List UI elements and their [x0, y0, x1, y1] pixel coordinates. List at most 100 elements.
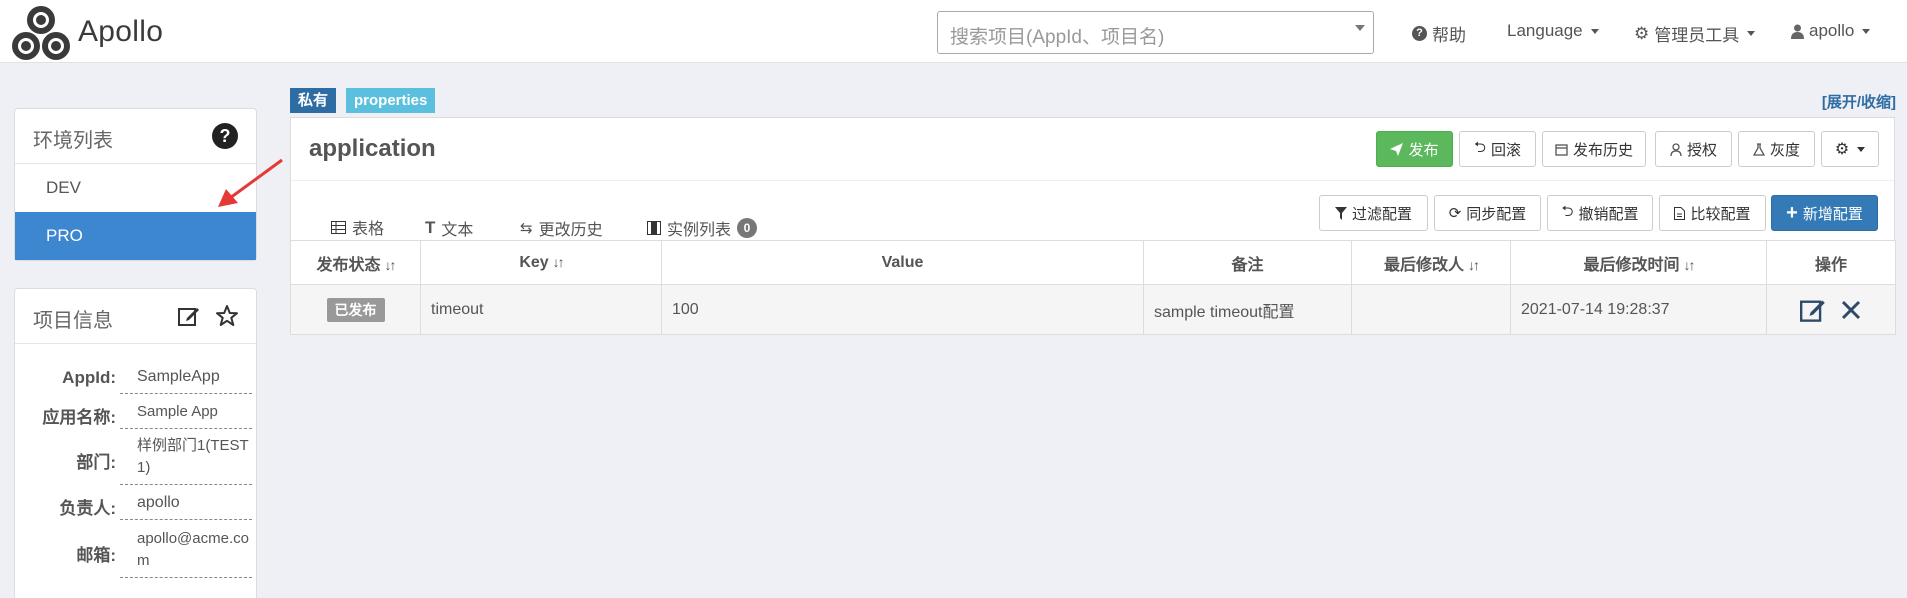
flask-icon — [1752, 142, 1765, 156]
close-icon[interactable] — [1840, 299, 1862, 321]
star-icon[interactable] — [216, 305, 238, 327]
authorize-label: 授权 — [1686, 141, 1717, 159]
gray-label: 灰度 — [1769, 141, 1800, 159]
status-header-label: 发布状态 — [316, 256, 381, 274]
col-modifier-header[interactable]: 最后修改人 ↓↑ — [1351, 240, 1511, 285]
user-dropdown[interactable]: apollo — [1791, 21, 1871, 41]
col-comment-header: 备注 — [1143, 240, 1352, 285]
table-icon — [331, 220, 346, 234]
red-arrow-annotation — [218, 158, 283, 207]
email-value: apollo@acme.com — [120, 528, 252, 578]
col-key-header[interactable]: Key ↓↑ — [420, 240, 662, 285]
modified-time-cell: 2021-07-14 19:28:37 — [1510, 284, 1767, 335]
filter-icon — [1334, 206, 1347, 220]
project-info-title: 项目信息 — [33, 310, 113, 332]
comment-cell: sample timeout配置 — [1143, 284, 1352, 335]
sort-icon: ↓↑ — [1683, 256, 1696, 273]
tab-table-label: 表格 — [352, 221, 385, 238]
brand[interactable]: Apollo — [12, 4, 163, 60]
undo-icon: ⮌ — [1561, 202, 1574, 220]
value-header-label: Value — [881, 253, 924, 271]
filter-config-button[interactable]: 过滤配置 — [1319, 195, 1428, 231]
rollback-button[interactable]: ⮌ 回滚 — [1459, 131, 1536, 167]
text-icon: T — [425, 218, 436, 237]
tab-history-label: 更改历史 — [538, 222, 603, 239]
instance-count-badge: 0 — [737, 218, 758, 238]
language-dropdown[interactable]: Language — [1507, 21, 1599, 41]
edit-icon[interactable] — [1799, 297, 1826, 323]
sync-label: 同步配置 — [1466, 205, 1527, 223]
department-value: 样例部门1(TEST1) — [120, 435, 252, 485]
table-header-row: 发布状态 ↓↑ Key ↓↑ Value 备注 最后修改人 ↓↑ 最后修改时间 ↓↑ 操… — [290, 240, 1896, 285]
plus-icon: + — [1786, 202, 1798, 224]
col-ops-header: 操作 — [1766, 240, 1896, 285]
app-name-label: 应用名称: — [42, 408, 116, 427]
compare-config-button[interactable]: 比较配置 — [1659, 195, 1766, 231]
compare-label: 比较配置 — [1690, 205, 1751, 223]
settings-dropdown-button[interactable]: ⚙ — [1821, 131, 1879, 167]
namespace-title: application — [309, 135, 436, 162]
project-search-input[interactable]: 搜索项目(AppId、项目名) — [937, 11, 1374, 54]
caret-down-icon — [1862, 28, 1871, 34]
config-table: 发布状态 ↓↑ Key ↓↑ Value 备注 最后修改人 ↓↑ 最后修改时间 ↓↑ 操… — [290, 240, 1896, 335]
sort-icon: ↓↑ — [552, 253, 565, 270]
admin-tools-label: 管理员工具 — [1654, 26, 1740, 45]
header-divider — [291, 180, 1894, 181]
key-header-label: Key — [519, 253, 549, 271]
ops-cell — [1766, 284, 1896, 335]
namespace-panel: application 发布 ⮌ 回滚 发布历史 授权 灰度 ⚙ 表格 T 文本… — [290, 117, 1896, 335]
add-config-button[interactable]: + 新增配置 — [1771, 195, 1878, 231]
file-icon — [1674, 206, 1686, 220]
project-info-header: 项目信息 — [15, 289, 256, 344]
key-cell: timeout — [420, 284, 662, 335]
tab-instances-label: 实例列表 — [667, 222, 732, 239]
chevron-down-icon — [1355, 25, 1365, 31]
gray-release-button[interactable]: 灰度 — [1738, 131, 1815, 167]
user-icon — [1791, 24, 1804, 39]
language-label: Language — [1507, 21, 1583, 40]
expand-collapse-link[interactable]: [展开/收缩] — [1822, 91, 1896, 112]
rollback-label: 回滚 — [1491, 141, 1522, 159]
publish-button[interactable]: 发布 — [1376, 131, 1453, 167]
help-link[interactable]: ? 帮助 — [1412, 21, 1466, 46]
owner-label: 负责人: — [59, 499, 116, 518]
format-tag: properties — [346, 88, 436, 113]
publish-label: 发布 — [1408, 141, 1439, 159]
top-navbar: Apollo 搜索项目(AppId、项目名) ? 帮助 Language ⚙ 管… — [0, 0, 1907, 63]
value-cell: 100 — [661, 284, 1144, 335]
caret-down-icon — [1747, 31, 1756, 36]
filter-label: 过滤配置 — [1351, 205, 1412, 223]
appid-value: SampleApp — [120, 366, 252, 394]
env-list-title: 环境列表 — [33, 130, 113, 152]
private-tag: 私有 — [290, 88, 337, 113]
publish-history-button[interactable]: 发布历史 — [1542, 131, 1646, 167]
search-placeholder: 搜索项目(AppId、项目名) — [950, 27, 1165, 48]
table-row: 已发布 timeout 100 sample timeout配置 2021-07… — [290, 284, 1896, 335]
tab-text-label: 文本 — [441, 222, 474, 239]
sync-config-button[interactable]: ⟳ 同步配置 — [1434, 195, 1541, 231]
email-label: 邮箱: — [76, 546, 116, 565]
question-circle-icon: ? — [1412, 26, 1427, 41]
sort-icon: ↓↑ — [384, 256, 397, 273]
admin-tools-dropdown[interactable]: ⚙ 管理员工具 — [1634, 21, 1756, 46]
brand-name: Apollo — [78, 15, 164, 48]
calendar-icon — [1555, 143, 1568, 156]
revoke-config-button[interactable]: ⮌ 撤销配置 — [1547, 195, 1653, 231]
send-icon — [1390, 142, 1404, 156]
authorize-button[interactable]: 授权 — [1655, 131, 1732, 167]
user-icon — [1670, 142, 1682, 156]
status-cell: 已发布 — [290, 284, 421, 335]
help-icon[interactable]: ? — [212, 123, 238, 149]
appid-label: AppId: — [62, 368, 116, 387]
edit-icon[interactable] — [178, 305, 200, 327]
env-item-pro[interactable]: PRO — [15, 212, 256, 260]
gear-icon: ⚙ — [1834, 141, 1850, 158]
published-badge: 已发布 — [326, 297, 385, 322]
department-label: 部门: — [76, 453, 116, 472]
col-time-header[interactable]: 最后修改时间 ↓↑ — [1510, 240, 1767, 285]
app-name-value: Sample App — [120, 401, 252, 429]
refresh-icon: ⟳ — [1448, 205, 1462, 222]
col-status-header[interactable]: 发布状态 ↓↑ — [290, 240, 421, 285]
owner-value: apollo — [120, 492, 252, 520]
apollo-logo-icon — [12, 6, 70, 60]
